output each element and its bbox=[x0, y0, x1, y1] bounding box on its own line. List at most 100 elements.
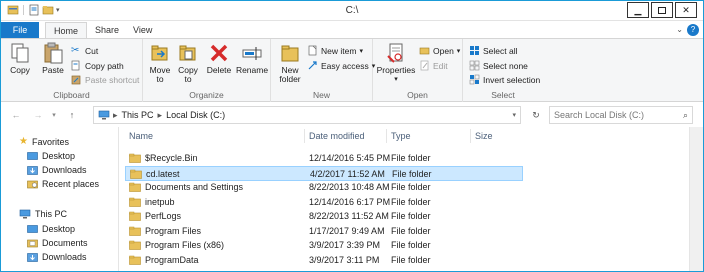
easy-access-label: Easy access bbox=[321, 60, 369, 71]
copy-button[interactable]: Copy bbox=[7, 42, 33, 75]
move-to-label-2: to bbox=[156, 74, 164, 84]
refresh-button[interactable]: ↻ bbox=[529, 108, 543, 122]
nav-pc-desktop[interactable]: Desktop bbox=[27, 224, 75, 234]
new-folder-icon bbox=[281, 45, 299, 62]
table-row[interactable]: inetpub 12/14/2016 6:17 PM File folder bbox=[125, 195, 523, 210]
new-group-label: New bbox=[312, 90, 330, 100]
column-header-date[interactable]: Date modified bbox=[305, 129, 387, 143]
delete-label: Delete bbox=[206, 65, 232, 75]
nav-fav-downloads[interactable]: Downloads bbox=[27, 165, 87, 175]
nav-this-pc-label: This PC bbox=[35, 209, 68, 219]
rename-label: Rename bbox=[235, 65, 269, 75]
paste-button[interactable]: Paste bbox=[39, 42, 67, 75]
minimize-button[interactable]: ▁ bbox=[627, 2, 649, 18]
vertical-scrollbar[interactable] bbox=[689, 127, 703, 271]
breadcrumb-this-pc[interactable]: This PC bbox=[122, 110, 154, 120]
nav-pc-downloads[interactable]: Downloads bbox=[27, 252, 87, 262]
nav-favorites[interactable]: ★ Favorites bbox=[19, 136, 69, 147]
delete-button[interactable]: Delete bbox=[205, 42, 233, 75]
rename-button[interactable]: Rename bbox=[235, 42, 269, 75]
ribbon: Copy Paste ✂ Cut Copy path Paste shortcu… bbox=[1, 38, 703, 102]
organize-group-label: Organize bbox=[189, 90, 224, 100]
breadcrumb-separator-icon: ▸ bbox=[113, 109, 118, 120]
edit-label: Edit bbox=[433, 60, 448, 71]
file-type: File folder bbox=[392, 168, 432, 179]
tab-share[interactable]: Share bbox=[87, 22, 127, 39]
file-list: Name Date modified Type Size $Recycle.Bi… bbox=[119, 127, 703, 271]
file-name-cell: ProgramData bbox=[129, 255, 199, 265]
table-row[interactable]: cd.latest 4/2/2017 11:52 AM File folder bbox=[125, 165, 523, 181]
file-date: 12/14/2016 5:45 PM bbox=[309, 153, 391, 163]
copy-to-button[interactable]: Copy to bbox=[175, 42, 201, 84]
up-button[interactable]: ↑ bbox=[65, 108, 79, 122]
file-date: 12/14/2016 6:17 PM bbox=[309, 196, 391, 207]
title-bar: ▾ C:\ ▁ ✕ bbox=[1, 1, 703, 21]
move-to-icon bbox=[151, 45, 168, 61]
close-button[interactable]: ✕ bbox=[675, 2, 697, 18]
column-header-name[interactable]: Name bbox=[125, 129, 305, 143]
table-row[interactable]: ProgramData 3/9/2017 3:11 PM File folder bbox=[125, 253, 523, 268]
paste-shortcut-button[interactable]: Paste shortcut bbox=[71, 74, 139, 85]
select-all-button[interactable]: Select all bbox=[469, 45, 518, 56]
select-none-label: Select none bbox=[483, 60, 528, 71]
file-name: inetpub bbox=[145, 196, 175, 207]
properties-icon bbox=[387, 43, 403, 63]
new-item-button[interactable]: New item ▾ bbox=[307, 45, 363, 56]
address-bar[interactable]: ▸ This PC ▸ Local Disk (C:) ▾ bbox=[93, 106, 521, 124]
search-box[interactable]: Search Local Disk (C:) ⌕ bbox=[549, 106, 693, 124]
edit-button[interactable]: Edit bbox=[419, 60, 448, 71]
table-row[interactable]: Documents and Settings 8/22/2013 10:48 AM… bbox=[125, 180, 523, 195]
easy-access-button[interactable]: Easy access ▾ bbox=[307, 60, 375, 71]
move-to-button[interactable]: Move to bbox=[147, 42, 173, 84]
recent-locations-button[interactable]: ▾ bbox=[49, 108, 59, 122]
file-type: File folder bbox=[391, 182, 431, 192]
file-type: File folder bbox=[391, 240, 431, 250]
table-row[interactable]: Program Files (x86) 3/9/2017 3:39 PM File … bbox=[125, 238, 523, 253]
file-name-cell: PerfLogs bbox=[129, 211, 181, 221]
invert-selection-button[interactable]: Invert selection bbox=[469, 74, 540, 85]
breadcrumb-local-disk[interactable]: Local Disk (C:) bbox=[166, 110, 225, 120]
file-name: Program Files (x86) bbox=[145, 240, 225, 250]
file-name: PerfLogs bbox=[145, 211, 182, 221]
open-group-label: Open bbox=[407, 90, 428, 100]
cut-button[interactable]: ✂ Cut bbox=[71, 45, 98, 56]
navigation-bar: ← → ▾ ↑ ▸ This PC ▸ Local Disk (C:) ▾ ↻ … bbox=[1, 103, 703, 127]
column-header-size[interactable]: Size bbox=[471, 129, 527, 143]
column-header-type[interactable]: Type bbox=[387, 129, 471, 143]
file-name: cd.latest bbox=[146, 168, 180, 179]
nav-fav-recent-label: Recent places bbox=[42, 179, 100, 189]
star-icon: ★ bbox=[19, 136, 28, 147]
nav-pc-documents[interactable]: Documents bbox=[27, 238, 88, 248]
nav-fav-desktop[interactable]: Desktop bbox=[27, 151, 75, 161]
select-none-button[interactable]: Select none bbox=[469, 60, 528, 71]
nav-this-pc[interactable]: This PC bbox=[19, 209, 67, 219]
delete-icon bbox=[210, 44, 228, 62]
tab-view[interactable]: View bbox=[125, 22, 160, 39]
table-row[interactable]: Program Files 1/17/2017 9:49 AM File folde… bbox=[125, 224, 523, 239]
tab-file[interactable]: File bbox=[1, 22, 39, 39]
paste-shortcut-icon bbox=[71, 75, 81, 85]
tab-home[interactable]: Home bbox=[45, 22, 88, 39]
file-type: File folder bbox=[391, 196, 431, 207]
nav-fav-recent[interactable]: Recent places bbox=[27, 179, 99, 189]
file-type: File folder bbox=[391, 254, 431, 265]
new-folder-button[interactable]: New folder bbox=[275, 42, 305, 84]
address-dropdown-icon[interactable]: ▾ bbox=[512, 111, 516, 119]
new-item-icon bbox=[308, 45, 317, 56]
properties-label: Properties bbox=[376, 65, 416, 75]
copy-path-button[interactable]: Copy path bbox=[71, 60, 124, 71]
open-icon bbox=[419, 47, 430, 55]
table-row[interactable]: PerfLogs 8/22/2013 11:52 AM File folder bbox=[125, 209, 523, 224]
close-icon: ✕ bbox=[682, 4, 690, 15]
help-icon[interactable]: ? bbox=[687, 24, 699, 36]
table-row[interactable]: $Recycle.Bin 12/14/2016 5:45 PM File folde… bbox=[125, 151, 523, 166]
clipboard-group: Copy Paste ✂ Cut Copy path Paste shortcu… bbox=[1, 39, 143, 102]
open-button[interactable]: Open ▾ bbox=[419, 45, 460, 56]
minimize-ribbon-icon[interactable]: ⌄ bbox=[676, 25, 683, 34]
properties-button[interactable]: Properties ▾ bbox=[377, 42, 415, 84]
back-button[interactable]: ← bbox=[9, 108, 23, 122]
forward-button[interactable]: → bbox=[31, 108, 45, 122]
ribbon-tabs: File Home Share View ⌄ ? bbox=[1, 21, 703, 39]
paste-shortcut-label: Paste shortcut bbox=[85, 74, 140, 85]
maximize-button[interactable] bbox=[651, 2, 673, 18]
